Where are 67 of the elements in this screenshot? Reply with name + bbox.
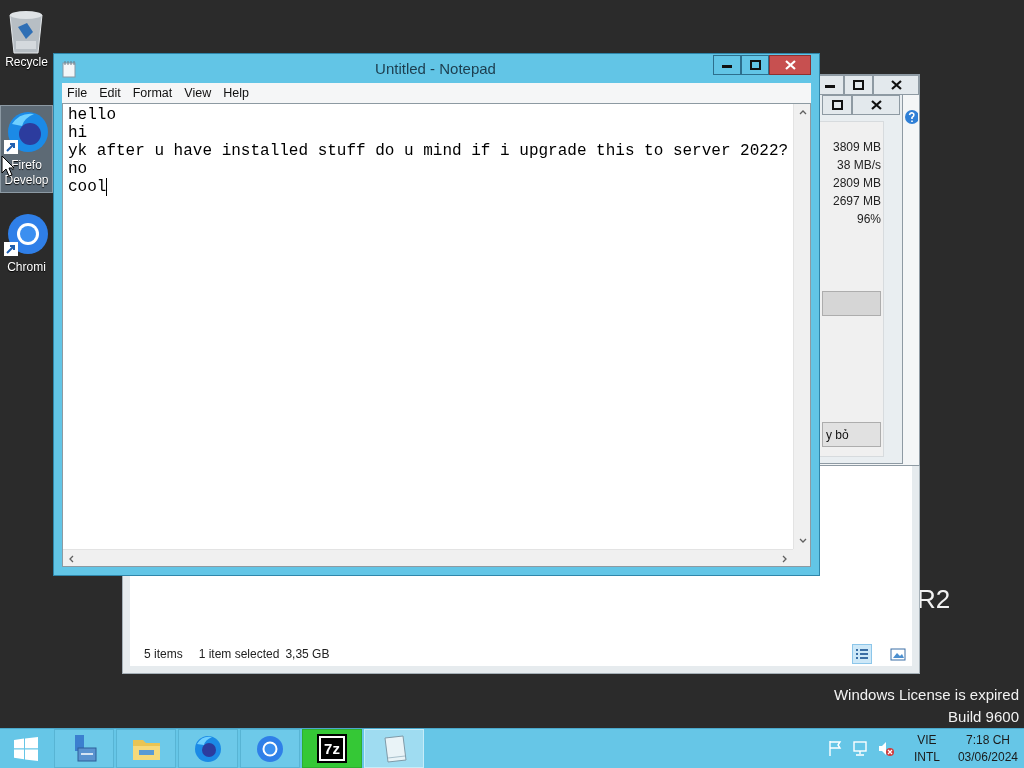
window-title: Untitled - Notepad: [374, 59, 497, 77]
maximize-button[interactable]: [741, 55, 769, 75]
stat-value: 96%: [856, 211, 881, 228]
stat-value: 3809 MB: [832, 139, 881, 156]
text-line[interactable]: hi: [68, 124, 88, 142]
icon-label: Firefo: [11, 158, 42, 173]
chromium-icon: [255, 733, 285, 764]
close-button[interactable]: [852, 95, 900, 115]
firefox-developer-icon: [193, 733, 223, 764]
arrow-left-icon: [67, 553, 76, 563]
clock-time[interactable]: 7:18 CH: [965, 731, 1010, 749]
close-button[interactable]: [873, 75, 919, 95]
taskbar-button[interactable]: [178, 729, 238, 768]
close-icon: [784, 60, 796, 70]
menu-item[interactable]: View: [179, 86, 217, 100]
icon-label: Recycle: [5, 55, 48, 70]
cancel-button[interactable]: y bỏ: [822, 422, 881, 447]
language-indicator[interactable]: VIE: [917, 731, 937, 749]
maximize-button[interactable]: [822, 95, 852, 115]
clock-date[interactable]: 03/06/2024: [957, 748, 1018, 766]
close-icon: [870, 100, 882, 110]
text-line[interactable]: yk after u have installed stuff do u mind if i upgrade this to server 2022?: [68, 142, 789, 160]
taskbar-button[interactable]: [240, 729, 300, 768]
view-button[interactable]: [852, 644, 872, 664]
desktop-icon[interactable]: Chromi: [0, 207, 53, 280]
app-logo: 7z: [319, 736, 345, 761]
maximize-icon: [853, 80, 864, 90]
windows-logo-icon: [14, 736, 38, 761]
license-text: Build 9600: [948, 707, 1019, 727]
stat-value: 2697 MB: [832, 193, 881, 210]
stat-value: 38 MB/s: [837, 157, 881, 174]
text-line[interactable]: hello: [68, 106, 116, 124]
minimize-button[interactable]: [713, 55, 741, 75]
icon-label: Develop: [4, 173, 49, 188]
horizontal-scrollbar[interactable]: [63, 549, 794, 566]
stat-value: 2809 MB: [832, 175, 881, 192]
icon-label: Chromi: [7, 260, 46, 275]
arrow-up-icon: [797, 108, 807, 117]
maximize-button[interactable]: [844, 75, 873, 95]
menu-item[interactable]: Help: [218, 86, 254, 100]
picture-view-icon: [890, 647, 906, 661]
status-text: 1 item selected: [198, 647, 280, 661]
text-line[interactable]: cool: [68, 178, 108, 196]
flag-icon[interactable]: [826, 740, 844, 757]
progress-track: [822, 291, 881, 316]
language-indicator[interactable]: INTL: [913, 748, 940, 766]
details-view-icon: [854, 647, 870, 661]
speaker-muted-icon[interactable]: [876, 740, 894, 757]
status-text: 5 items: [144, 647, 183, 661]
status-text: 3,35 GB: [285, 647, 330, 661]
arrow-down-icon: [797, 536, 807, 545]
maximize-icon: [749, 60, 761, 70]
vertical-scrollbar[interactable]: [793, 104, 811, 549]
text-line[interactable]: no: [68, 160, 88, 178]
close-icon: [890, 80, 902, 90]
menu-item[interactable]: File: [62, 86, 93, 100]
desktop-icon[interactable]: Firefo Develop: [0, 105, 53, 193]
taskbar-button[interactable]: [116, 729, 176, 768]
desktop-icon[interactable]: Recycle: [0, 2, 53, 75]
notepad-icon: [62, 60, 76, 78]
close-button[interactable]: [769, 55, 811, 75]
menu-item[interactable]: Format: [127, 86, 178, 100]
maximize-icon: [831, 100, 843, 110]
taskbar-button[interactable]: [54, 729, 114, 768]
license-text: Windows License is expired: [833, 685, 1019, 705]
taskbar-button[interactable]: 7z: [302, 729, 362, 768]
menu-item[interactable]: Edit: [94, 86, 126, 100]
